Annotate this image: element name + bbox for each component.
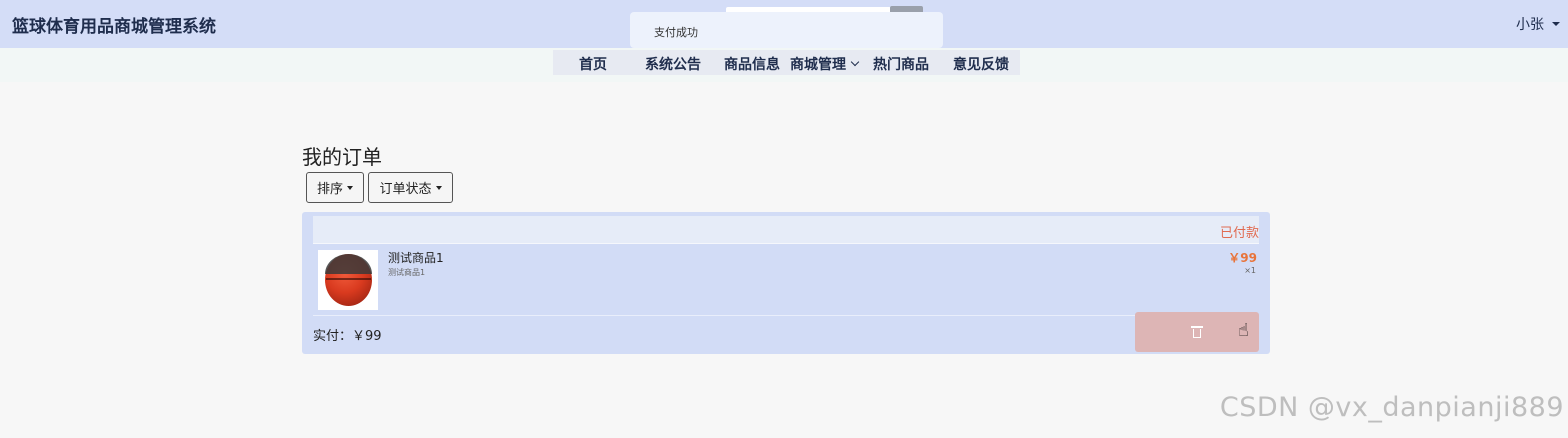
order-status-badge: 已付款 — [1219, 226, 1259, 241]
caret-down-icon — [1552, 22, 1560, 26]
nav-item-announcements[interactable]: 系统公告 — [645, 54, 701, 74]
product-price: ￥99 — [1228, 251, 1257, 265]
app-brand-title: 篮球体育用品商城管理系统 — [12, 17, 216, 37]
user-name: 小张 — [1516, 17, 1544, 33]
toast-message: 支付成功 — [654, 26, 698, 39]
paid-amount: 实付：￥99 — [313, 329, 382, 344]
divider — [313, 315, 1259, 316]
order-card: 已付款 测试商品1 测试商品1 ￥99 ×1 实付：￥99 ☝ — [302, 212, 1270, 354]
watermark: CSDN @vx_danpianji889 — [1219, 392, 1564, 423]
toast-notification: 支付成功 — [630, 12, 943, 48]
basketball-seam — [326, 278, 371, 280]
caret-down-icon — [435, 185, 442, 190]
product-description: 测试商品1 — [388, 268, 426, 277]
page-title: 我的订单 — [302, 145, 382, 169]
nav-item-home[interactable]: 首页 — [579, 54, 607, 74]
order-status-label: 订单状态 — [379, 182, 432, 197]
nav-item-feedback[interactable]: 意见反馈 — [953, 54, 1009, 74]
nav-item-products[interactable]: 商品信息 — [724, 54, 780, 74]
product-quantity: ×1 — [1244, 266, 1256, 275]
nav-item-mall-management-label: 商城管理 — [790, 57, 846, 73]
basketball-shade — [325, 254, 372, 274]
sort-dropdown-button[interactable]: 排序 — [306, 172, 364, 203]
product-thumbnail[interactable] — [318, 250, 378, 310]
order-status-dropdown-button[interactable]: 订单状态 — [368, 172, 453, 203]
caret-down-icon — [347, 185, 353, 190]
sort-label: 排序 — [316, 182, 343, 197]
order-header: 已付款 — [313, 216, 1259, 244]
product-name[interactable]: 测试商品1 — [388, 249, 444, 266]
chevron-down-icon — [850, 57, 860, 67]
nav-item-hot-products[interactable]: 热门商品 — [873, 54, 929, 74]
nav-item-mall-management[interactable]: 商城管理 — [790, 54, 860, 74]
hand-cursor-icon: ☝ — [1238, 320, 1249, 341]
trash-icon — [1191, 326, 1203, 338]
user-menu[interactable]: 小张 — [1516, 14, 1560, 34]
main-nav: 首页 系统公告 商品信息 商城管理 热门商品 意见反馈 — [553, 50, 1020, 75]
